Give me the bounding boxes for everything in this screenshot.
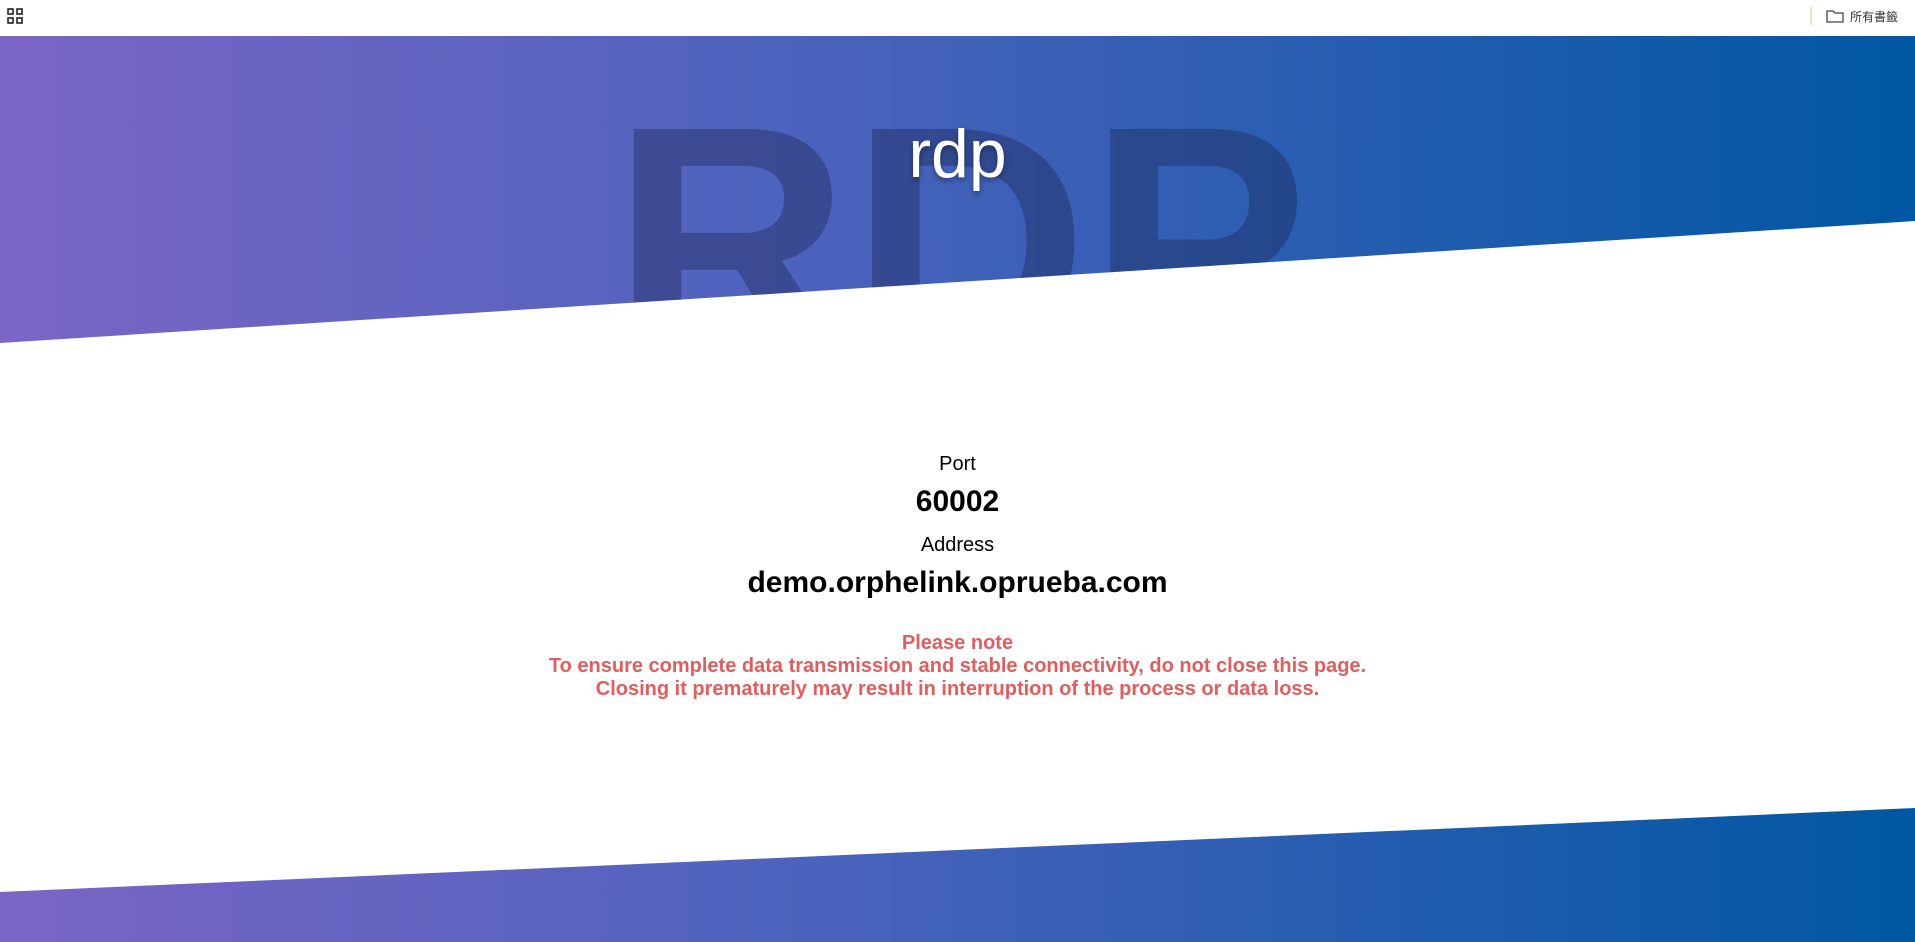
address-label: Address <box>920 534 995 556</box>
notice-message: Please note To ensure complete data tran… <box>0 632 1915 701</box>
bookmarks-bar: 所有書籤 <box>0 0 1915 36</box>
notice-line-2: Closing it prematurely may result in int… <box>595 678 1320 700</box>
apps-grid-icon[interactable] <box>7 8 23 24</box>
notice-heading: Please note <box>901 632 1014 654</box>
port-value: 60002 <box>915 485 1000 518</box>
bookmarks-separator <box>1810 7 1812 25</box>
page-title: rdp <box>908 116 1007 192</box>
folder-icon <box>1826 10 1844 23</box>
all-bookmarks-label: 所有書籤 <box>1850 9 1899 24</box>
notice-line-1: To ensure complete data transmission and… <box>548 655 1367 677</box>
port-label: Port <box>939 453 976 475</box>
hero-bottom-band <box>0 808 1915 942</box>
hero-watermark-text: RDP <box>612 57 1309 426</box>
address-value: demo.orphelink.oprueba.com <box>747 566 1168 599</box>
page: RDP rdp Port 60002 Address demo.orphelin… <box>0 36 1915 942</box>
all-bookmarks-button[interactable]: 所有書籤 <box>1826 6 1898 26</box>
